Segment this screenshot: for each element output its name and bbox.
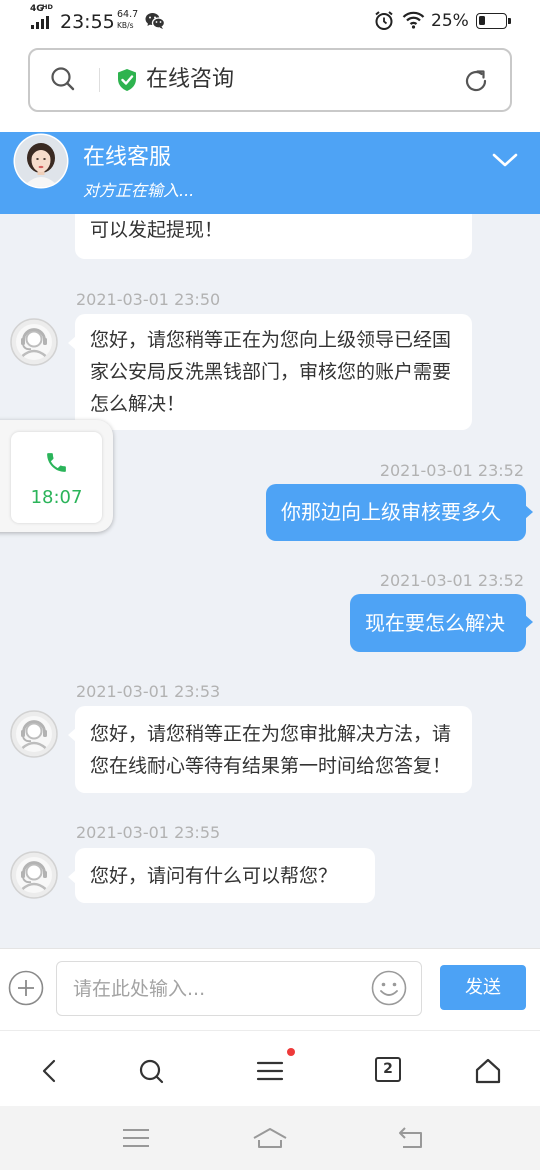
browser-toolbar: 2 xyxy=(0,1030,540,1106)
agent-headset-avatar xyxy=(10,318,58,366)
message-timestamp: 2021-03-01 23:53 xyxy=(76,682,221,701)
home-icon[interactable] xyxy=(474,1057,502,1085)
message-text: 你那边向上级审核要多久 xyxy=(281,500,501,524)
status-bar: 4G HD 23:55 64.7 KB/s 25% xyxy=(0,0,540,44)
battery-level-fill xyxy=(479,16,485,25)
message-bubble-user: 现在要怎么解决 xyxy=(350,594,533,652)
smiley-icon[interactable] xyxy=(371,970,407,1006)
message-timestamp: 2021-03-01 23:55 xyxy=(76,823,221,842)
call-widget-card[interactable]: 18:07 xyxy=(11,432,102,523)
notification-dot xyxy=(287,1048,295,1056)
message-text: 您在线耐心等待有结果第一时间给您答复！ xyxy=(90,755,452,777)
network-badge: HD xyxy=(42,3,53,11)
network-speed-value: 64.7 xyxy=(117,9,139,20)
refresh-icon[interactable] xyxy=(463,68,489,94)
agent-headset-avatar xyxy=(10,710,58,758)
search-icon[interactable] xyxy=(50,66,76,92)
typing-status: 对方正在输入... xyxy=(83,181,195,200)
recents-icon[interactable] xyxy=(122,1128,150,1148)
menu-icon[interactable] xyxy=(256,1060,284,1082)
agent-photo-avatar[interactable] xyxy=(13,133,69,189)
search-icon[interactable] xyxy=(138,1058,164,1084)
floating-call-widget[interactable]: 18:07 xyxy=(0,420,113,532)
message-input[interactable] xyxy=(56,961,422,1016)
battery-cap xyxy=(508,18,511,24)
message-bubble-user: 你那边向上级审核要多久 xyxy=(266,484,533,541)
message-bubble-agent: 您好，请问有什么可以帮您？ xyxy=(68,848,375,903)
message-bubble-agent: 可以发起提现！ xyxy=(75,214,472,259)
page-title[interactable]: 在线咨询 xyxy=(146,67,234,93)
message-timestamp: 2021-03-01 23:52 xyxy=(379,571,524,590)
back-icon[interactable] xyxy=(40,1058,60,1084)
send-button[interactable]: 发送 xyxy=(440,965,526,1010)
wifi-icon xyxy=(402,11,425,29)
shield-check-icon xyxy=(116,68,138,92)
chevron-down-icon[interactable] xyxy=(491,151,519,169)
signal-icon xyxy=(30,15,52,29)
message-text: 您好，请您稍等正在为您向上级领导已经国 xyxy=(90,329,452,351)
tabs-icon[interactable]: 2 xyxy=(375,1057,401,1082)
message-text: 家公安局反洗黑钱部门，审核您的账户需要 xyxy=(90,361,452,383)
chat-messages[interactable]: 可以发起提现！ 2021-03-01 23:50 您好，请您稍等正在为您向上级领… xyxy=(0,214,540,948)
chat-title: 在线客服 xyxy=(83,145,172,170)
battery-percent: 25% xyxy=(431,11,469,31)
system-navigation-bar xyxy=(0,1106,540,1170)
clock-time: 23:55 xyxy=(60,11,115,33)
message-text: 怎么解决！ xyxy=(90,393,186,415)
home-icon[interactable] xyxy=(252,1126,288,1150)
message-text: 您好，请问有什么可以帮您？ xyxy=(90,865,338,887)
battery-icon xyxy=(476,13,507,29)
back-icon[interactable] xyxy=(397,1126,425,1150)
message-text: 现在要怎么解决 xyxy=(365,611,505,635)
wechat-icon xyxy=(145,12,165,30)
agent-headset-avatar xyxy=(10,851,58,899)
chat-header: 在线客服 对方正在输入... xyxy=(0,132,540,214)
message-bubble-agent: 您好，请您稍等正在为您向上级领导已经国 家公安局反洗黑钱部门，审核您的账户需要 … xyxy=(68,314,472,430)
message-timestamp: 2021-03-01 23:50 xyxy=(76,290,221,309)
address-divider xyxy=(99,68,100,92)
message-text: 您好，请您稍等正在为您审批解决方法，请 xyxy=(90,723,452,745)
message-input-bar: 发送 xyxy=(0,948,540,1030)
message-text: 可以发起提现！ xyxy=(90,219,224,241)
phone-icon xyxy=(44,450,69,475)
network-speed-unit: KB/s xyxy=(117,21,134,30)
call-duration: 18:07 xyxy=(30,487,83,508)
message-timestamp: 2021-03-01 23:52 xyxy=(379,461,524,480)
message-bubble-agent: 您好，请您稍等正在为您审批解决方法，请 您在线耐心等待有结果第一时间给您答复！ xyxy=(68,706,472,793)
alarm-icon xyxy=(374,10,394,31)
address-bar[interactable] xyxy=(28,48,512,112)
plus-icon[interactable] xyxy=(8,970,44,1006)
